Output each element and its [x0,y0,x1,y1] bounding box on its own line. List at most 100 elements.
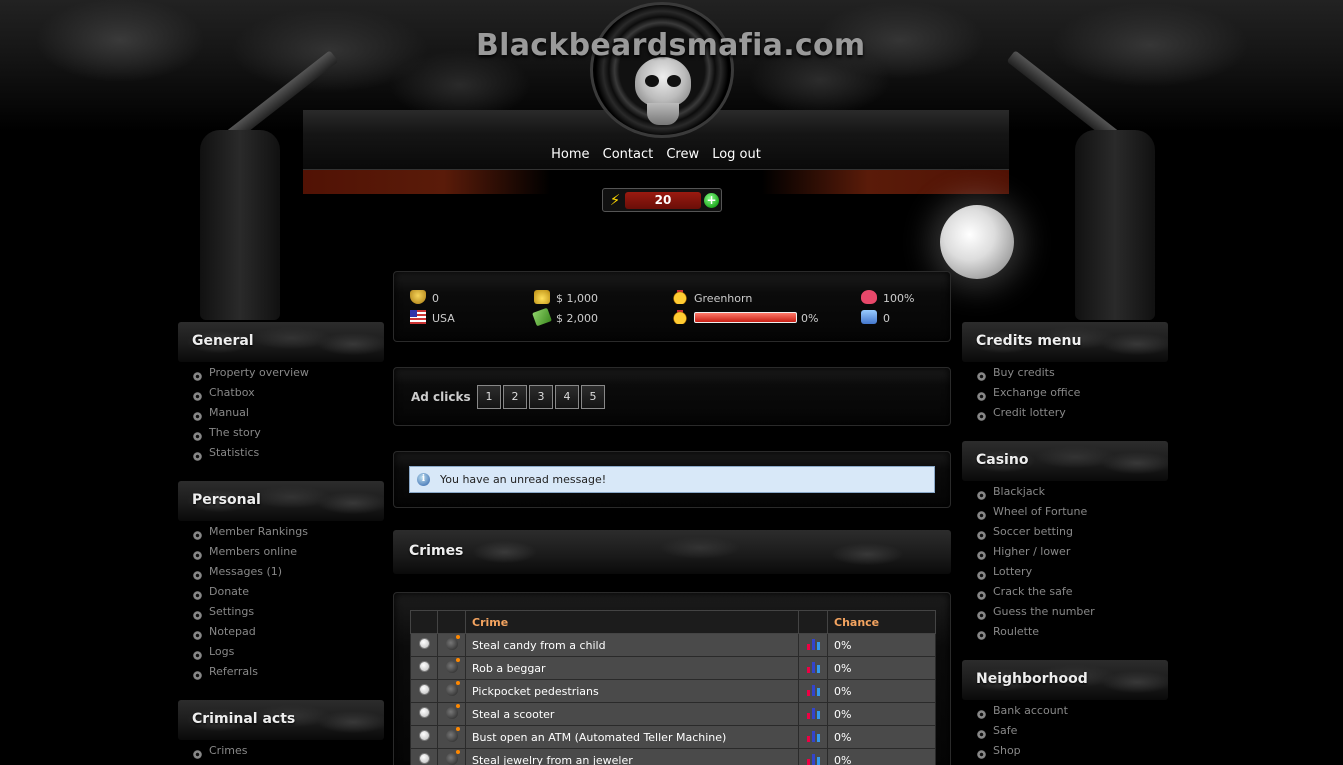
crime-chance: 0% [827,656,936,680]
crime-chance: 0% [827,725,936,749]
icon-column-header [437,610,466,634]
nav-home-link[interactable]: Home [551,147,589,162]
sidebar-item-crimes[interactable]: Crimes [193,744,247,764]
sidebar-item-blackjack[interactable]: Blackjack [977,485,1095,505]
table-row[interactable]: Steal jewelry from an jeweler 0% [410,748,936,765]
neighborhood-section-header: Neighborhood [962,660,1168,700]
sidebar-item-the-story[interactable]: The story [193,426,309,446]
sidebar-item-soccer-betting[interactable]: Soccer betting [977,525,1095,545]
add-energy-button[interactable]: + [704,193,719,208]
crimes-table-header: Crime Chance [410,610,936,634]
stat-health: 100% [861,290,914,306]
sidebar-item-exchange-office[interactable]: Exchange office [977,386,1080,406]
bar-chart-icon[interactable] [806,683,820,696]
nav-contact-link[interactable]: Contact [603,147,654,162]
criminal-acts-title: Criminal acts [192,711,296,727]
bullet-icon [977,511,986,520]
bullet-icon [977,551,986,560]
crime-radio[interactable] [418,661,430,672]
stat-cash: $ 1,000 [534,290,598,306]
crime-radio[interactable] [418,707,430,718]
bullet-icon [193,551,202,560]
bullet-icon [977,710,986,719]
credits-menu-section-header: Credits menu [962,322,1168,362]
table-row[interactable]: Steal candy from a child 0% [410,633,936,657]
bar-chart-icon[interactable] [806,660,820,673]
usa-flag-icon [410,310,426,324]
sidebar-item-logs[interactable]: Logs [193,645,308,665]
bullet-icon [193,531,202,540]
sidebar-item-referrals[interactable]: Referrals [193,665,308,685]
sidebar-item-donate[interactable]: Donate [193,585,308,605]
table-row[interactable]: Rob a beggar 0% [410,656,936,680]
sidebar-item-guess-the-number[interactable]: Guess the number [977,605,1095,625]
sidebar-item-lottery[interactable]: Lottery [977,565,1095,585]
crime-radio[interactable] [418,638,430,649]
moon-decoration [940,205,1014,279]
table-row[interactable]: Steal a scooter 0% [410,702,936,726]
player-stats-panel: 0 USA $ 1,000 $ 2,000 Greenhorn 0% 100% … [393,271,951,342]
sidebar-item-settings[interactable]: Settings [193,605,308,625]
ad-click-button-1[interactable]: 1 [477,385,501,409]
sidebar-item-statistics[interactable]: Statistics [193,446,309,466]
stat-calls: 0 [861,310,890,326]
bullet-icon [977,750,986,759]
crime-name: Steal candy from a child [465,633,799,657]
crime-radio[interactable] [418,753,430,764]
sidebar-item-members-online[interactable]: Members online [193,545,308,565]
nav-logout-link[interactable]: Log out [712,147,761,162]
crime-radio[interactable] [418,684,430,695]
ad-click-button-5[interactable]: 5 [581,385,605,409]
crime-chance: 0% [827,748,936,765]
crime-chance: 0% [827,633,936,657]
bar-chart-icon[interactable] [806,752,820,765]
gold-coins-icon [534,290,550,304]
ad-clicks-label: Ad clicks [411,390,471,404]
crimes-title: Crimes [409,543,464,559]
crime-name: Steal a scooter [465,702,799,726]
bullet-icon [193,372,202,381]
sidebar-item-member-rankings[interactable]: Member Rankings [193,525,308,545]
sidebar-item-messages[interactable]: Messages (1) [193,565,308,585]
crime-radio[interactable] [418,730,430,741]
casino-section-header: Casino [962,441,1168,481]
stat-calls-value: 0 [883,312,890,325]
sidebar-item-property-overview[interactable]: Property overview [193,366,309,386]
stat-bank: $ 2,000 [532,307,598,327]
ad-click-button-2[interactable]: 2 [503,385,527,409]
stat-country: USA [410,310,455,326]
bullet-icon [977,531,986,540]
crime-name: Pickpocket pedestrians [465,679,799,703]
sidebar-item-buy-credits[interactable]: Buy credits [977,366,1080,386]
crime-name: Steal jewelry from an jeweler [465,748,799,765]
bar-chart-icon[interactable] [806,637,820,650]
sidebar-item-roulette[interactable]: Roulette [977,625,1095,645]
nav-crew-link[interactable]: Crew [666,147,699,162]
sidebar-item-manual[interactable]: Manual [193,406,309,426]
skull-logo[interactable] [590,2,734,138]
sidebar-item-bank-account[interactable]: Bank account [977,704,1068,724]
ad-click-button-3[interactable]: 3 [529,385,553,409]
sidebar-item-higher-lower[interactable]: Higher / lower [977,545,1095,565]
table-row[interactable]: Pickpocket pedestrians 0% [410,679,936,703]
bullet-icon [193,392,202,401]
ad-click-button-4[interactable]: 4 [555,385,579,409]
bomb-icon [445,657,460,673]
sidebar-item-wheel-of-fortune[interactable]: Wheel of Fortune [977,505,1095,525]
unread-message-notice[interactable]: i You have an unread message! [409,466,935,493]
bullet-icon [977,611,986,620]
sidebar-item-credit-lottery[interactable]: Credit lottery [977,406,1080,426]
sidebar-item-crack-the-safe[interactable]: Crack the safe [977,585,1095,605]
notification-panel: i You have an unread message! [393,451,951,508]
bar-chart-icon[interactable] [806,706,820,719]
bullet-icon [193,750,202,759]
sidebar-item-chatbox[interactable]: Chatbox [193,386,309,406]
rank-progress-bar [694,312,797,323]
sidebar-item-shop[interactable]: Shop [977,744,1068,764]
sidebar-item-safe[interactable]: Safe [977,724,1068,744]
sidebar-item-notepad[interactable]: Notepad [193,625,308,645]
table-row[interactable]: Bust open an ATM (Automated Teller Machi… [410,725,936,749]
crimes-section-header: Crimes [393,530,951,574]
stat-health-value: 100% [883,292,915,305]
bar-chart-icon[interactable] [806,729,820,742]
